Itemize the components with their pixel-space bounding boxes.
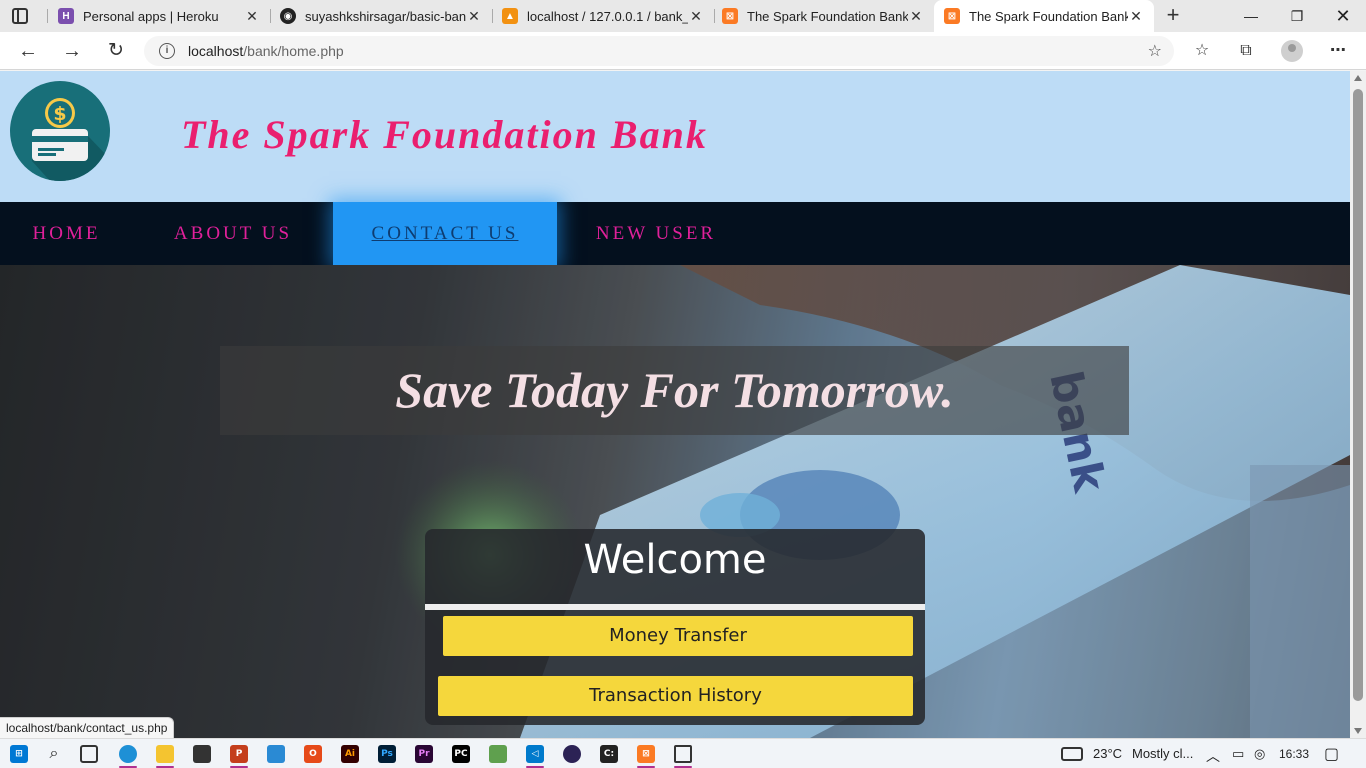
notifications-icon[interactable]: ▢ xyxy=(1324,744,1339,764)
tagline: Save Today For Tomorrow. xyxy=(395,362,954,418)
windows-start-icon[interactable]: ⊞ xyxy=(10,745,28,763)
heroku-icon: H xyxy=(58,8,74,24)
github-icon: ◉ xyxy=(280,8,296,24)
illustrator-icon[interactable]: Ai xyxy=(341,745,359,763)
tab-github[interactable]: ◉ suyashkshirsagar/basic-bankin ✕ xyxy=(280,0,492,32)
tab-title: The Spark Foundation Bank xyxy=(969,8,1128,24)
url-host: localhost xyxy=(188,43,244,59)
xampp-icon[interactable]: ⊠ xyxy=(637,745,655,763)
nodejs-icon[interactable] xyxy=(489,745,507,763)
close-window-icon[interactable]: ✕ xyxy=(1320,0,1366,32)
divider xyxy=(425,604,925,610)
money-transfer-button[interactable]: Money Transfer xyxy=(443,616,913,656)
mail-icon[interactable] xyxy=(674,745,692,763)
transaction-history-button[interactable]: Transaction History xyxy=(438,676,913,716)
file-explorer-icon[interactable] xyxy=(156,745,174,763)
tab-spark-bank-active[interactable]: ⊠ The Spark Foundation Bank ✕ xyxy=(934,0,1154,32)
tab-spark-bank[interactable]: ⊠ The Spark Foundation Bank ✕ xyxy=(722,0,934,32)
back-icon[interactable]: ← xyxy=(15,38,41,64)
scroll-up-icon[interactable] xyxy=(1354,75,1362,81)
weather-temp[interactable]: 23°C xyxy=(1093,746,1122,761)
office-icon[interactable]: O xyxy=(304,745,322,763)
close-icon[interactable]: ✕ xyxy=(908,8,924,24)
favorites-icon[interactable]: ☆ xyxy=(1190,39,1214,63)
page-scrollbar[interactable] xyxy=(1350,71,1366,738)
network-icon[interactable]: ◎ xyxy=(1254,746,1265,762)
svg-text:$: $ xyxy=(53,103,66,125)
windows-taskbar: ⊞ ⌕ P O Ai Ps Pr PC ◁ C: ⊠ 23°C Mostly c… xyxy=(0,738,1366,768)
tab-title: The Spark Foundation Bank xyxy=(747,8,908,24)
phpmyadmin-icon: ▲ xyxy=(502,8,518,24)
close-icon[interactable]: ✕ xyxy=(466,8,482,24)
premiere-icon[interactable]: Pr xyxy=(415,745,433,763)
search-icon[interactable]: ⌕ xyxy=(45,745,63,763)
browser-toolbar: ← → ↻ i localhost/bank/home.php ☆ ☆ ⧉ ⋯ xyxy=(0,32,1366,70)
welcome-title: Welcome xyxy=(583,537,767,583)
tab-title: suyashkshirsagar/basic-bankin xyxy=(305,8,466,24)
vscode-icon[interactable]: ◁ xyxy=(526,745,544,763)
collections-icon[interactable]: ⧉ xyxy=(1234,39,1258,63)
forward-icon[interactable]: → xyxy=(59,38,85,64)
store-icon[interactable] xyxy=(193,745,211,763)
status-bar-url: localhost/bank/contact_us.php xyxy=(0,717,175,739)
page-viewport: $ The Spark Foundation Bank HOME ABOUT U… xyxy=(0,71,1350,738)
close-icon[interactable]: ✕ xyxy=(244,8,260,24)
powerpoint-icon[interactable]: P xyxy=(230,745,248,763)
site-header: $ The Spark Foundation Bank xyxy=(0,71,1350,202)
refresh-icon[interactable]: ↻ xyxy=(103,38,129,64)
tab-separator xyxy=(270,9,271,23)
tab-separator xyxy=(492,9,493,23)
site-title: The Spark Foundation Bank xyxy=(181,112,708,157)
close-icon[interactable]: ✕ xyxy=(1128,8,1144,24)
tab-separator xyxy=(47,9,48,23)
nav-contact-us[interactable]: CONTACT US xyxy=(333,202,557,265)
nav-new-user[interactable]: NEW USER xyxy=(557,202,755,265)
xampp-icon: ⊠ xyxy=(944,8,960,24)
camera-icon[interactable]: ▭ xyxy=(1232,746,1244,762)
address-bar[interactable]: i localhost/bank/home.php ☆ xyxy=(144,36,1174,66)
dollar-card-logo: $ xyxy=(10,81,110,181)
weather-desc[interactable]: Mostly cl... xyxy=(1132,746,1193,761)
tab-separator xyxy=(714,9,715,23)
tagline-box: Save Today For Tomorrow. xyxy=(220,346,1129,435)
task-view-icon[interactable] xyxy=(80,745,98,763)
tab-phpmyadmin[interactable]: ▲ localhost / 127.0.0.1 / bank_d ✕ xyxy=(502,0,714,32)
tab-heroku[interactable]: H Personal apps | Heroku ✕ xyxy=(58,0,270,32)
screen: H Personal apps | Heroku ✕ ◉ suyashkshir… xyxy=(0,0,1366,768)
remote-desktop-icon[interactable] xyxy=(267,745,285,763)
eclipse-icon[interactable] xyxy=(563,745,581,763)
nav-home[interactable]: HOME xyxy=(0,202,133,265)
edge-icon[interactable] xyxy=(119,745,137,763)
scrollbar-thumb[interactable] xyxy=(1353,89,1363,701)
photoshop-icon[interactable]: Ps xyxy=(378,745,396,763)
site-navbar: HOME ABOUT US CONTACT US NEW USER xyxy=(0,202,1350,265)
minimize-icon[interactable]: — xyxy=(1228,0,1274,32)
tab-title: Personal apps | Heroku xyxy=(83,8,219,24)
nav-about-us[interactable]: ABOUT US xyxy=(133,202,333,265)
browser-tabstrip: H Personal apps | Heroku ✕ ◉ suyashkshir… xyxy=(0,0,1366,32)
clock-time[interactable]: 16:33 xyxy=(1279,747,1309,761)
welcome-card: Welcome Money Transfer Transaction Histo… xyxy=(425,529,925,725)
site-info-icon[interactable]: i xyxy=(159,43,175,59)
scroll-down-icon[interactable] xyxy=(1354,728,1362,734)
url-text[interactable]: localhost/bank/home.php xyxy=(188,43,344,59)
profile-icon[interactable] xyxy=(1281,40,1303,62)
news-icon[interactable] xyxy=(1061,747,1083,761)
close-icon[interactable]: ✕ xyxy=(688,8,704,24)
add-favorite-icon[interactable]: ☆ xyxy=(1148,41,1162,61)
chevron-up-icon[interactable]: ︿ xyxy=(1206,746,1220,766)
more-icon[interactable]: ⋯ xyxy=(1326,39,1350,63)
new-tab-button[interactable]: + xyxy=(1162,4,1184,27)
hero-banner: bank Save Today For Tomorrow. Welcome Mo… xyxy=(0,265,1350,738)
pycharm-icon[interactable]: PC xyxy=(452,745,470,763)
tab-title: localhost / 127.0.0.1 / bank_d xyxy=(527,8,688,24)
cmd-icon[interactable]: C: xyxy=(600,745,618,763)
restore-icon[interactable]: ❐ xyxy=(1274,0,1320,32)
tab-actions-icon[interactable] xyxy=(12,8,28,24)
url-path: /bank/home.php xyxy=(243,43,344,59)
xampp-icon: ⊠ xyxy=(722,8,738,24)
